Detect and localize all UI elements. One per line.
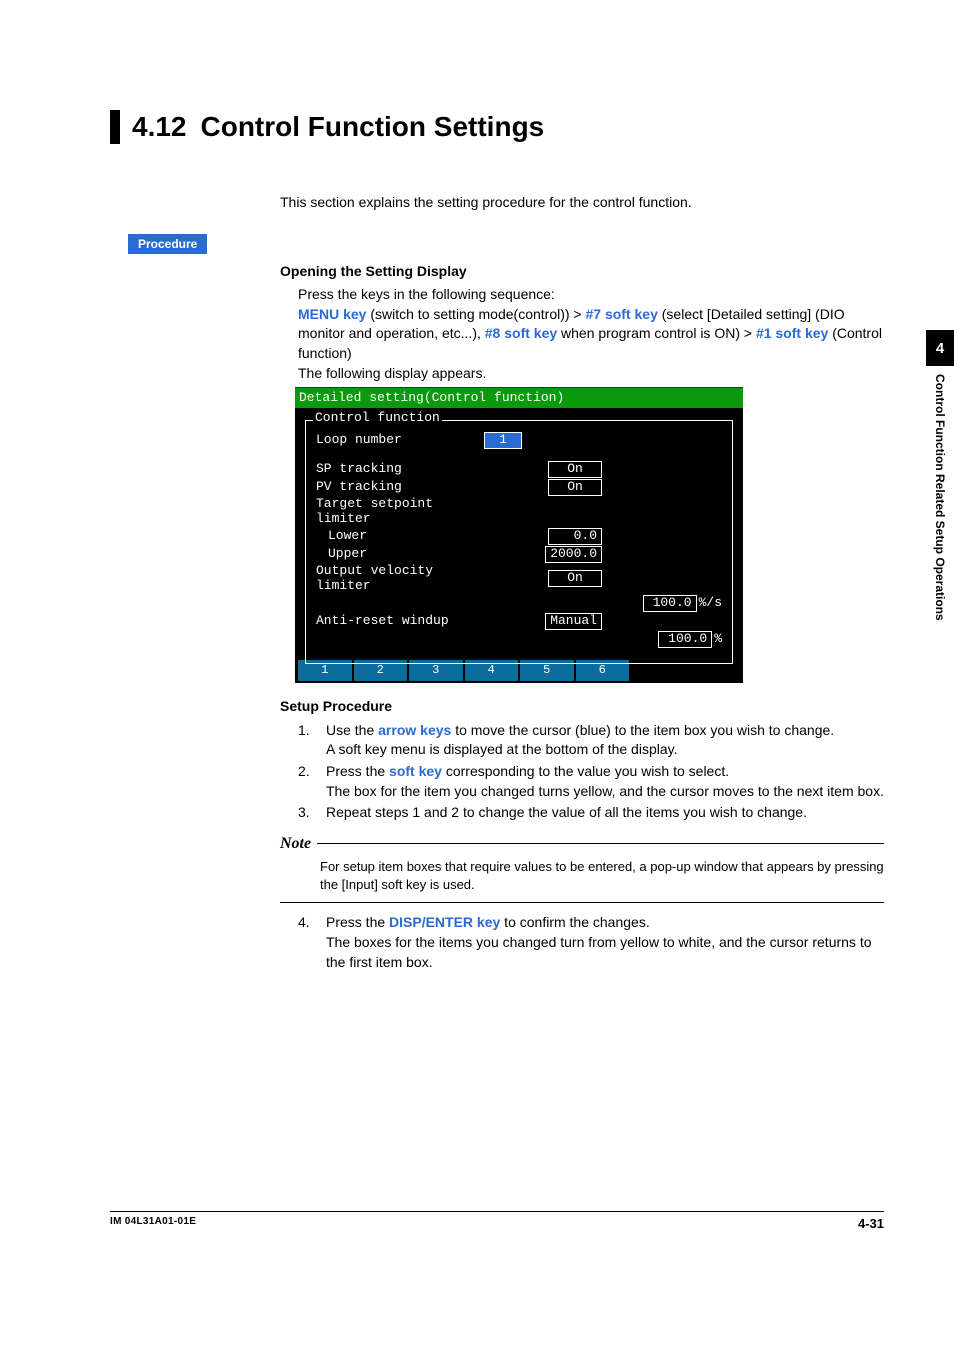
step-2-text: Press the soft key corresponding to the … — [326, 762, 884, 801]
procedure-label: Procedure — [128, 234, 207, 254]
section-heading: 4.12 Control Function Settings — [110, 110, 884, 144]
panel-value-box[interactable]: On — [548, 479, 602, 496]
loop-number-value[interactable]: 1 — [484, 432, 522, 449]
panel-row: Output velocity limiter On — [316, 564, 722, 594]
panel-row-label: Upper — [316, 547, 496, 562]
soft-key-label: soft key — [389, 763, 442, 779]
panel-row: Upper 2000.0 — [316, 546, 722, 563]
panel-value-box[interactable]: 100.0 — [643, 595, 697, 612]
footer-doc-id: IM 04L31A01-01E — [110, 1216, 196, 1231]
step-number: 1. — [298, 721, 326, 760]
step-number: 4. — [298, 913, 326, 972]
side-chapter-number: 4 — [926, 330, 954, 366]
disp-enter-key-label: DISP/ENTER key — [389, 914, 500, 930]
setup-procedure-heading: Setup Procedure — [280, 697, 884, 717]
section-title-text: Control Function Settings — [201, 111, 545, 142]
step-number: 3. — [298, 803, 326, 823]
panel-title: Detailed setting(Control function) — [295, 388, 743, 408]
step-4-text: Press the DISP/ENTER key to confirm the … — [326, 913, 884, 972]
intro-text: This section explains the setting proced… — [280, 194, 884, 210]
panel-value-box[interactable]: Manual — [545, 613, 602, 630]
panel-row-label: SP tracking — [316, 462, 484, 477]
arrow-keys-label: arrow keys — [378, 722, 451, 738]
panel-value-box[interactable]: On — [548, 461, 602, 478]
loop-number-label: Loop number — [316, 433, 484, 448]
page-footer: IM 04L31A01-01E 4-31 — [110, 1211, 884, 1231]
note-heading: Note — [280, 833, 884, 855]
display-appears-text: The following display appears. — [298, 364, 884, 384]
key-sequence: MENU key (switch to setting mode(control… — [298, 305, 884, 364]
step-1-text: Use the arrow keys to move the cursor (b… — [326, 721, 884, 760]
panel-unit: % — [714, 632, 722, 647]
panel-row: PV tracking On — [316, 479, 722, 496]
panel-unit: %/s — [699, 596, 722, 611]
opening-lead: Press the keys in the following sequence… — [298, 285, 884, 305]
panel-value-box[interactable]: 0.0 — [548, 528, 602, 545]
panel-value-box[interactable]: 100.0 — [658, 631, 712, 648]
panel-row: SP tracking On — [316, 461, 722, 478]
softkey-7-label: #7 soft key — [586, 306, 658, 322]
panel-row-label: Target setpoint limiter — [316, 497, 484, 527]
section-number: 4.12 — [132, 111, 187, 142]
panel-value-box[interactable]: 2000.0 — [545, 546, 602, 563]
panel-row: 100.0% — [316, 631, 722, 648]
side-tab: 4 Control Function Related Setup Operati… — [926, 330, 954, 621]
panel-row-label: PV tracking — [316, 480, 484, 495]
panel-row: 100.0%/s — [316, 595, 722, 612]
step-number: 2. — [298, 762, 326, 801]
display-panel: Detailed setting(Control function) Contr… — [295, 387, 743, 683]
panel-row: Anti-reset windup Manual — [316, 613, 722, 630]
panel-value-box[interactable]: On — [548, 570, 602, 587]
panel-row: Lower 0.0 — [316, 528, 722, 545]
note-body: For setup item boxes that require values… — [320, 858, 884, 894]
panel-row-label: Output velocity limiter — [316, 564, 484, 594]
section-accent-bar — [110, 110, 120, 144]
softkey-1-label: #1 soft key — [756, 325, 828, 341]
panel-row-label: Anti-reset windup — [316, 614, 484, 629]
footer-page-number: 4-31 — [858, 1216, 884, 1231]
panel-row-label: Lower — [316, 529, 496, 544]
fieldset: Loop number 1 SP tracking On PV tracking On… — [305, 420, 733, 663]
menu-key-label: MENU key — [298, 306, 366, 322]
step-3-text: Repeat steps 1 and 2 to change the value… — [326, 803, 884, 823]
panel-row: Target setpoint limiter — [316, 497, 722, 527]
side-chapter-title: Control Function Related Setup Operation… — [933, 374, 947, 621]
softkey-8-label: #8 soft key — [485, 325, 557, 341]
opening-heading: Opening the Setting Display — [280, 262, 884, 282]
fieldset-label: Control function — [313, 411, 442, 426]
